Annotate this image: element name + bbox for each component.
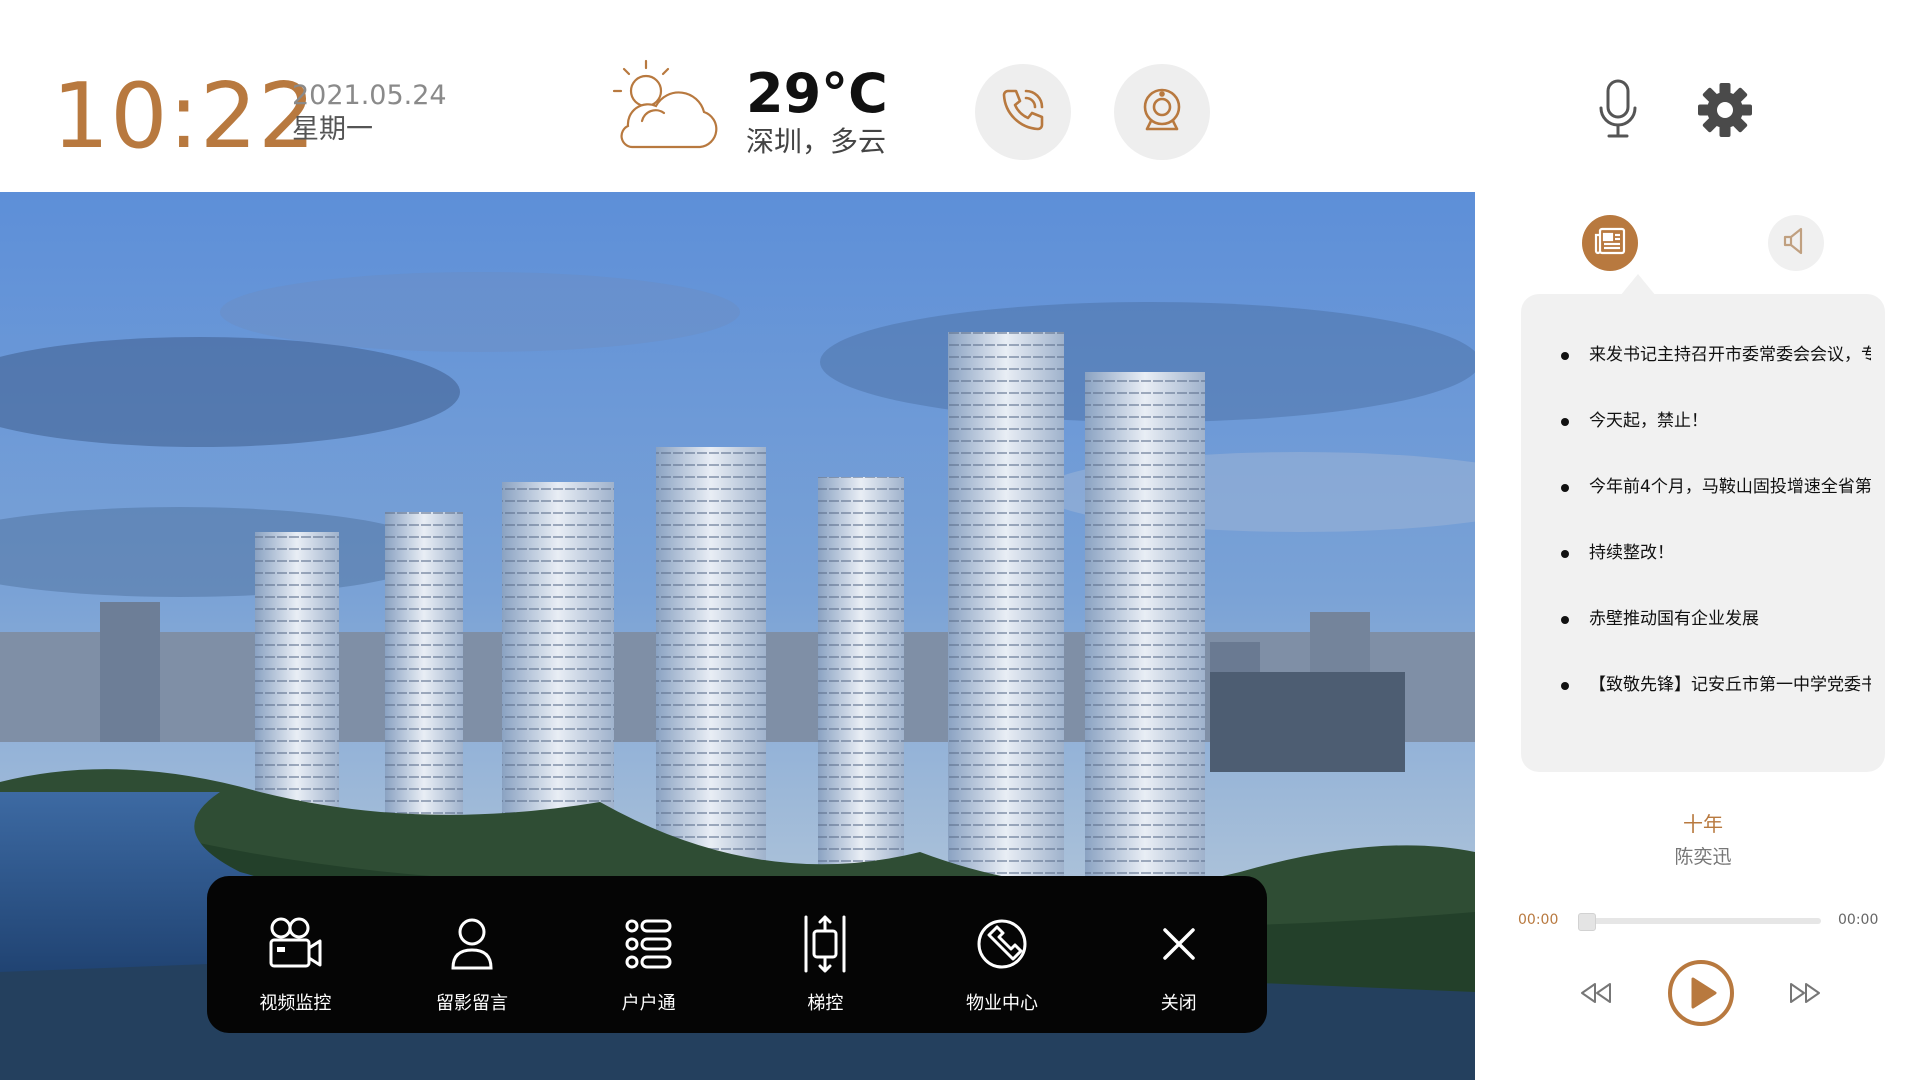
webcam-icon: [1135, 83, 1189, 141]
dock-label: 留影留言: [436, 993, 508, 1014]
wrench-icon: [975, 911, 1029, 977]
dock-item-video-monitor[interactable]: 视频监控: [207, 876, 384, 1033]
play-icon: [1666, 958, 1736, 1032]
news-item[interactable]: 今天起，禁止！: [1541, 404, 1871, 470]
progress-bar[interactable]: [1578, 913, 1821, 931]
song-title: 十年: [1683, 812, 1723, 836]
rewind-icon: [1579, 982, 1613, 1008]
dock-item-property-center[interactable]: 物业中心: [914, 876, 1091, 1033]
weekday-text: 星期一: [292, 114, 373, 145]
news-item[interactable]: 赤壁推动国有企业发展: [1541, 602, 1871, 668]
dock-item-close[interactable]: 关闭: [1090, 876, 1267, 1033]
clock-time: 10:22: [52, 64, 317, 169]
temperature: 29°C: [746, 62, 888, 125]
song-artist: 陈奕迅: [1674, 846, 1732, 868]
list-icon: [624, 911, 674, 977]
video-camera-icon: [265, 911, 325, 977]
call-button[interactable]: [975, 64, 1071, 160]
dock-label: 户户通: [621, 993, 676, 1014]
speaker-icon: [1781, 226, 1811, 260]
elevator-icon: [802, 911, 848, 977]
tab-news[interactable]: [1582, 215, 1638, 271]
date-block: 2021.05.24 星期一: [292, 80, 447, 146]
news-list: 来发书记主持召开市委常委会会议，专 今天起，禁止！ 今年前4个月，马鞍山固投增速…: [1541, 338, 1871, 734]
dock-label: 关闭: [1160, 993, 1197, 1014]
rewind-button[interactable]: [1574, 975, 1618, 1015]
user-message-icon: [447, 911, 497, 977]
progress-handle[interactable]: [1578, 913, 1596, 931]
close-icon: [1162, 911, 1196, 977]
location-weather: 深圳，多云: [746, 125, 887, 158]
current-time: 00:00: [1518, 912, 1559, 928]
tab-audio[interactable]: [1768, 215, 1824, 271]
news-card-pointer: [1620, 274, 1656, 296]
dock-label: 梯控: [807, 993, 844, 1014]
fast-forward-icon: [1788, 982, 1822, 1008]
newspaper-icon: [1594, 227, 1626, 259]
news-item[interactable]: 【致敬先锋】记安丘市第一中学党委书: [1541, 668, 1871, 734]
dock-label: 视频监控: [259, 993, 332, 1014]
news-item[interactable]: 今年前4个月，马鞍山固投增速全省第: [1541, 470, 1871, 536]
camera-button[interactable]: [1114, 64, 1210, 160]
settings-button[interactable]: [1690, 72, 1760, 152]
news-item[interactable]: 来发书记主持召开市委常委会会议，专: [1541, 338, 1871, 404]
dock-label: 物业中心: [966, 993, 1039, 1014]
date-text: 2021.05.24: [292, 80, 447, 111]
gear-icon: [1696, 81, 1754, 143]
partly-cloudy-icon: [604, 55, 722, 159]
phone-icon: [996, 83, 1050, 141]
dock-item-intercom[interactable]: 户户通: [560, 876, 737, 1033]
dock-item-photo-message[interactable]: 留影留言: [384, 876, 561, 1033]
news-item[interactable]: 持续整改！: [1541, 536, 1871, 602]
news-card: 来发书记主持召开市委常委会会议，专 今天起，禁止！ 今年前4个月，马鞍山固投增速…: [1521, 294, 1885, 772]
microphone-button[interactable]: [1583, 72, 1653, 152]
play-button[interactable]: [1661, 955, 1741, 1035]
function-dock: 视频监控 留影留言 户户通 梯控 物业中心 关闭: [207, 876, 1267, 1033]
fast-forward-button[interactable]: [1783, 975, 1827, 1015]
total-time: 00:00: [1838, 912, 1879, 928]
microphone-icon: [1596, 78, 1640, 146]
dock-item-elevator-control[interactable]: 梯控: [737, 876, 914, 1033]
